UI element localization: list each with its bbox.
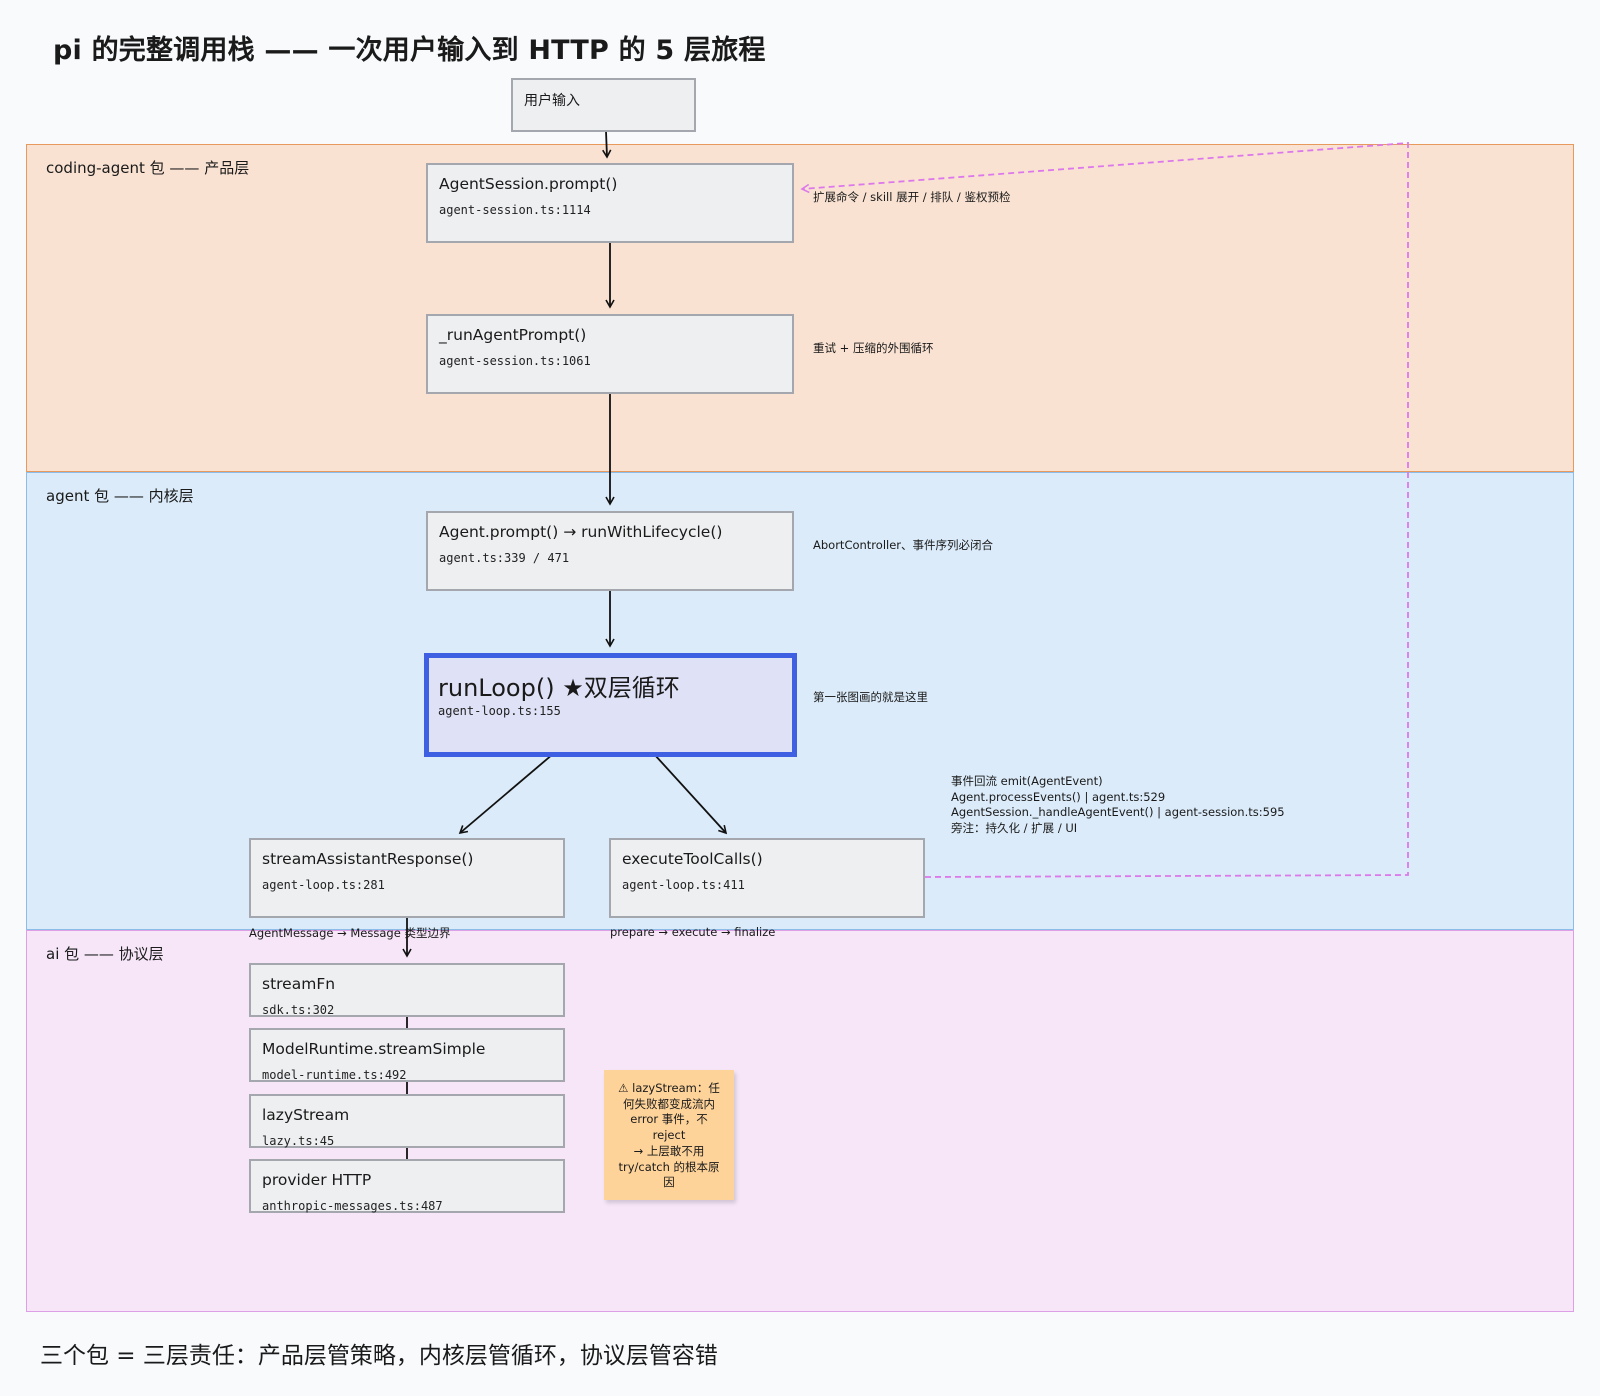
note-event-flow-line: 旁注：持久化 / 扩展 / UI <box>951 820 1078 835</box>
note-run-loop: 第一张图画的就是这里 <box>813 690 928 704</box>
note-event-flow-line: 事件回流 emit(AgentEvent) <box>951 774 1103 788</box>
node-fn-label: AgentSession.prompt() <box>439 175 618 193</box>
sticky-line: 因 <box>663 1175 675 1190</box>
arrow-runloop-to-stream <box>458 753 554 835</box>
connector-layer <box>402 130 1409 1172</box>
node-fn-label: executeToolCalls() <box>622 850 763 868</box>
node-fn-label: ModelRuntime.streamSimple <box>262 1040 486 1058</box>
footer-summary: 三个包 = 三层责任：产品层管策略，内核层管循环，协议层管容错 <box>40 1343 718 1369</box>
edge-label-tool-phases: prepare → execute → finalize <box>610 925 776 939</box>
sticky-line: error 事件，不 <box>630 1112 708 1127</box>
node-fn-label: Agent.prompt() → runWithLifecycle() <box>439 523 723 541</box>
node-run-loop: runLoop() ★双层循环 agent-loop.ts:155 <box>424 653 797 757</box>
node-file-label: agent-loop.ts:155 <box>438 704 561 718</box>
node-file-label: agent-session.ts:1061 <box>439 354 591 368</box>
node-lazy-stream: lazyStream lazy.ts:45 <box>249 1094 565 1148</box>
node-run-agent-prompt: _runAgentPrompt() agent-session.ts:1061 <box>426 314 794 394</box>
sticky-note-lazy-stream: ⚠ lazyStream：任 何失败都变成流内 error 事件，不 rejec… <box>604 1070 734 1200</box>
node-model-runtime: ModelRuntime.streamSimple model-runtime.… <box>249 1028 565 1082</box>
edge-label-type-boundary: AgentMessage → Message 类型边界 <box>249 926 451 940</box>
node-file-label: model-runtime.ts:492 <box>262 1068 407 1082</box>
node-user-input-label: 用户输入 <box>524 93 580 109</box>
sticky-line: ⚠ lazyStream：任 <box>618 1081 720 1095</box>
node-file-label: sdk.ts:302 <box>262 1003 335 1017</box>
node-agent-prompt: Agent.prompt() → runWithLifecycle() agen… <box>426 511 794 591</box>
node-agent-session-prompt: AgentSession.prompt() agent-session.ts:1… <box>426 163 794 243</box>
note-event-flow-line: AgentSession._handleAgentEvent() | agent… <box>951 805 1285 819</box>
note-agent-prompt: AbortController、事件序列必闭合 <box>813 538 994 552</box>
note-event-flow: 事件回流 emit(AgentEvent) Agent.processEvent… <box>951 774 1285 836</box>
note-run-agent-prompt: 重试 + 压缩的外围循环 <box>813 341 934 355</box>
node-file-label: anthropic-messages.ts:487 <box>262 1199 443 1213</box>
sticky-line: reject <box>652 1128 686 1143</box>
node-file-label: agent-loop.ts:281 <box>262 878 385 892</box>
sticky-line: try/catch 的根本原 <box>618 1159 720 1174</box>
node-fn-label: _runAgentPrompt() <box>439 326 587 344</box>
arrow-input-to-session <box>602 130 612 159</box>
node-fn-label: provider HTTP <box>262 1171 372 1189</box>
node-provider-http: provider HTTP anthropic-messages.ts:487 <box>249 1159 565 1213</box>
node-fn-label: streamAssistantResponse() <box>262 850 474 868</box>
node-stream-assistant-response: streamAssistantResponse() agent-loop.ts:… <box>249 838 565 918</box>
event-return-dashed-arrow <box>800 142 1409 878</box>
node-fn-label: lazyStream <box>262 1106 350 1124</box>
note-agent-session-prompt: 扩展命令 / skill 展开 / 排队 / 鉴权预检 <box>813 190 1011 204</box>
sticky-line: → 上层敢不用 <box>633 1143 705 1158</box>
node-file-label: agent-session.ts:1114 <box>439 203 591 217</box>
node-execute-tool-calls: executeToolCalls() agent-loop.ts:411 <box>609 838 925 918</box>
node-fn-label: streamFn <box>262 975 336 993</box>
node-fn-label: runLoop() ★双层循环 <box>438 674 680 702</box>
node-file-label: agent.ts:339 / 471 <box>439 551 570 565</box>
node-user-input: 用户输入 <box>511 78 696 132</box>
note-event-flow-line: Agent.processEvents() | agent.ts:529 <box>951 789 1166 804</box>
node-file-label: lazy.ts:45 <box>262 1134 335 1148</box>
node-file-label: agent-loop.ts:411 <box>622 878 745 892</box>
arrow-runloop-to-tools <box>653 753 728 835</box>
sticky-line: 何失败都变成流内 <box>623 1096 715 1111</box>
node-stream-fn: streamFn sdk.ts:302 <box>249 963 565 1017</box>
